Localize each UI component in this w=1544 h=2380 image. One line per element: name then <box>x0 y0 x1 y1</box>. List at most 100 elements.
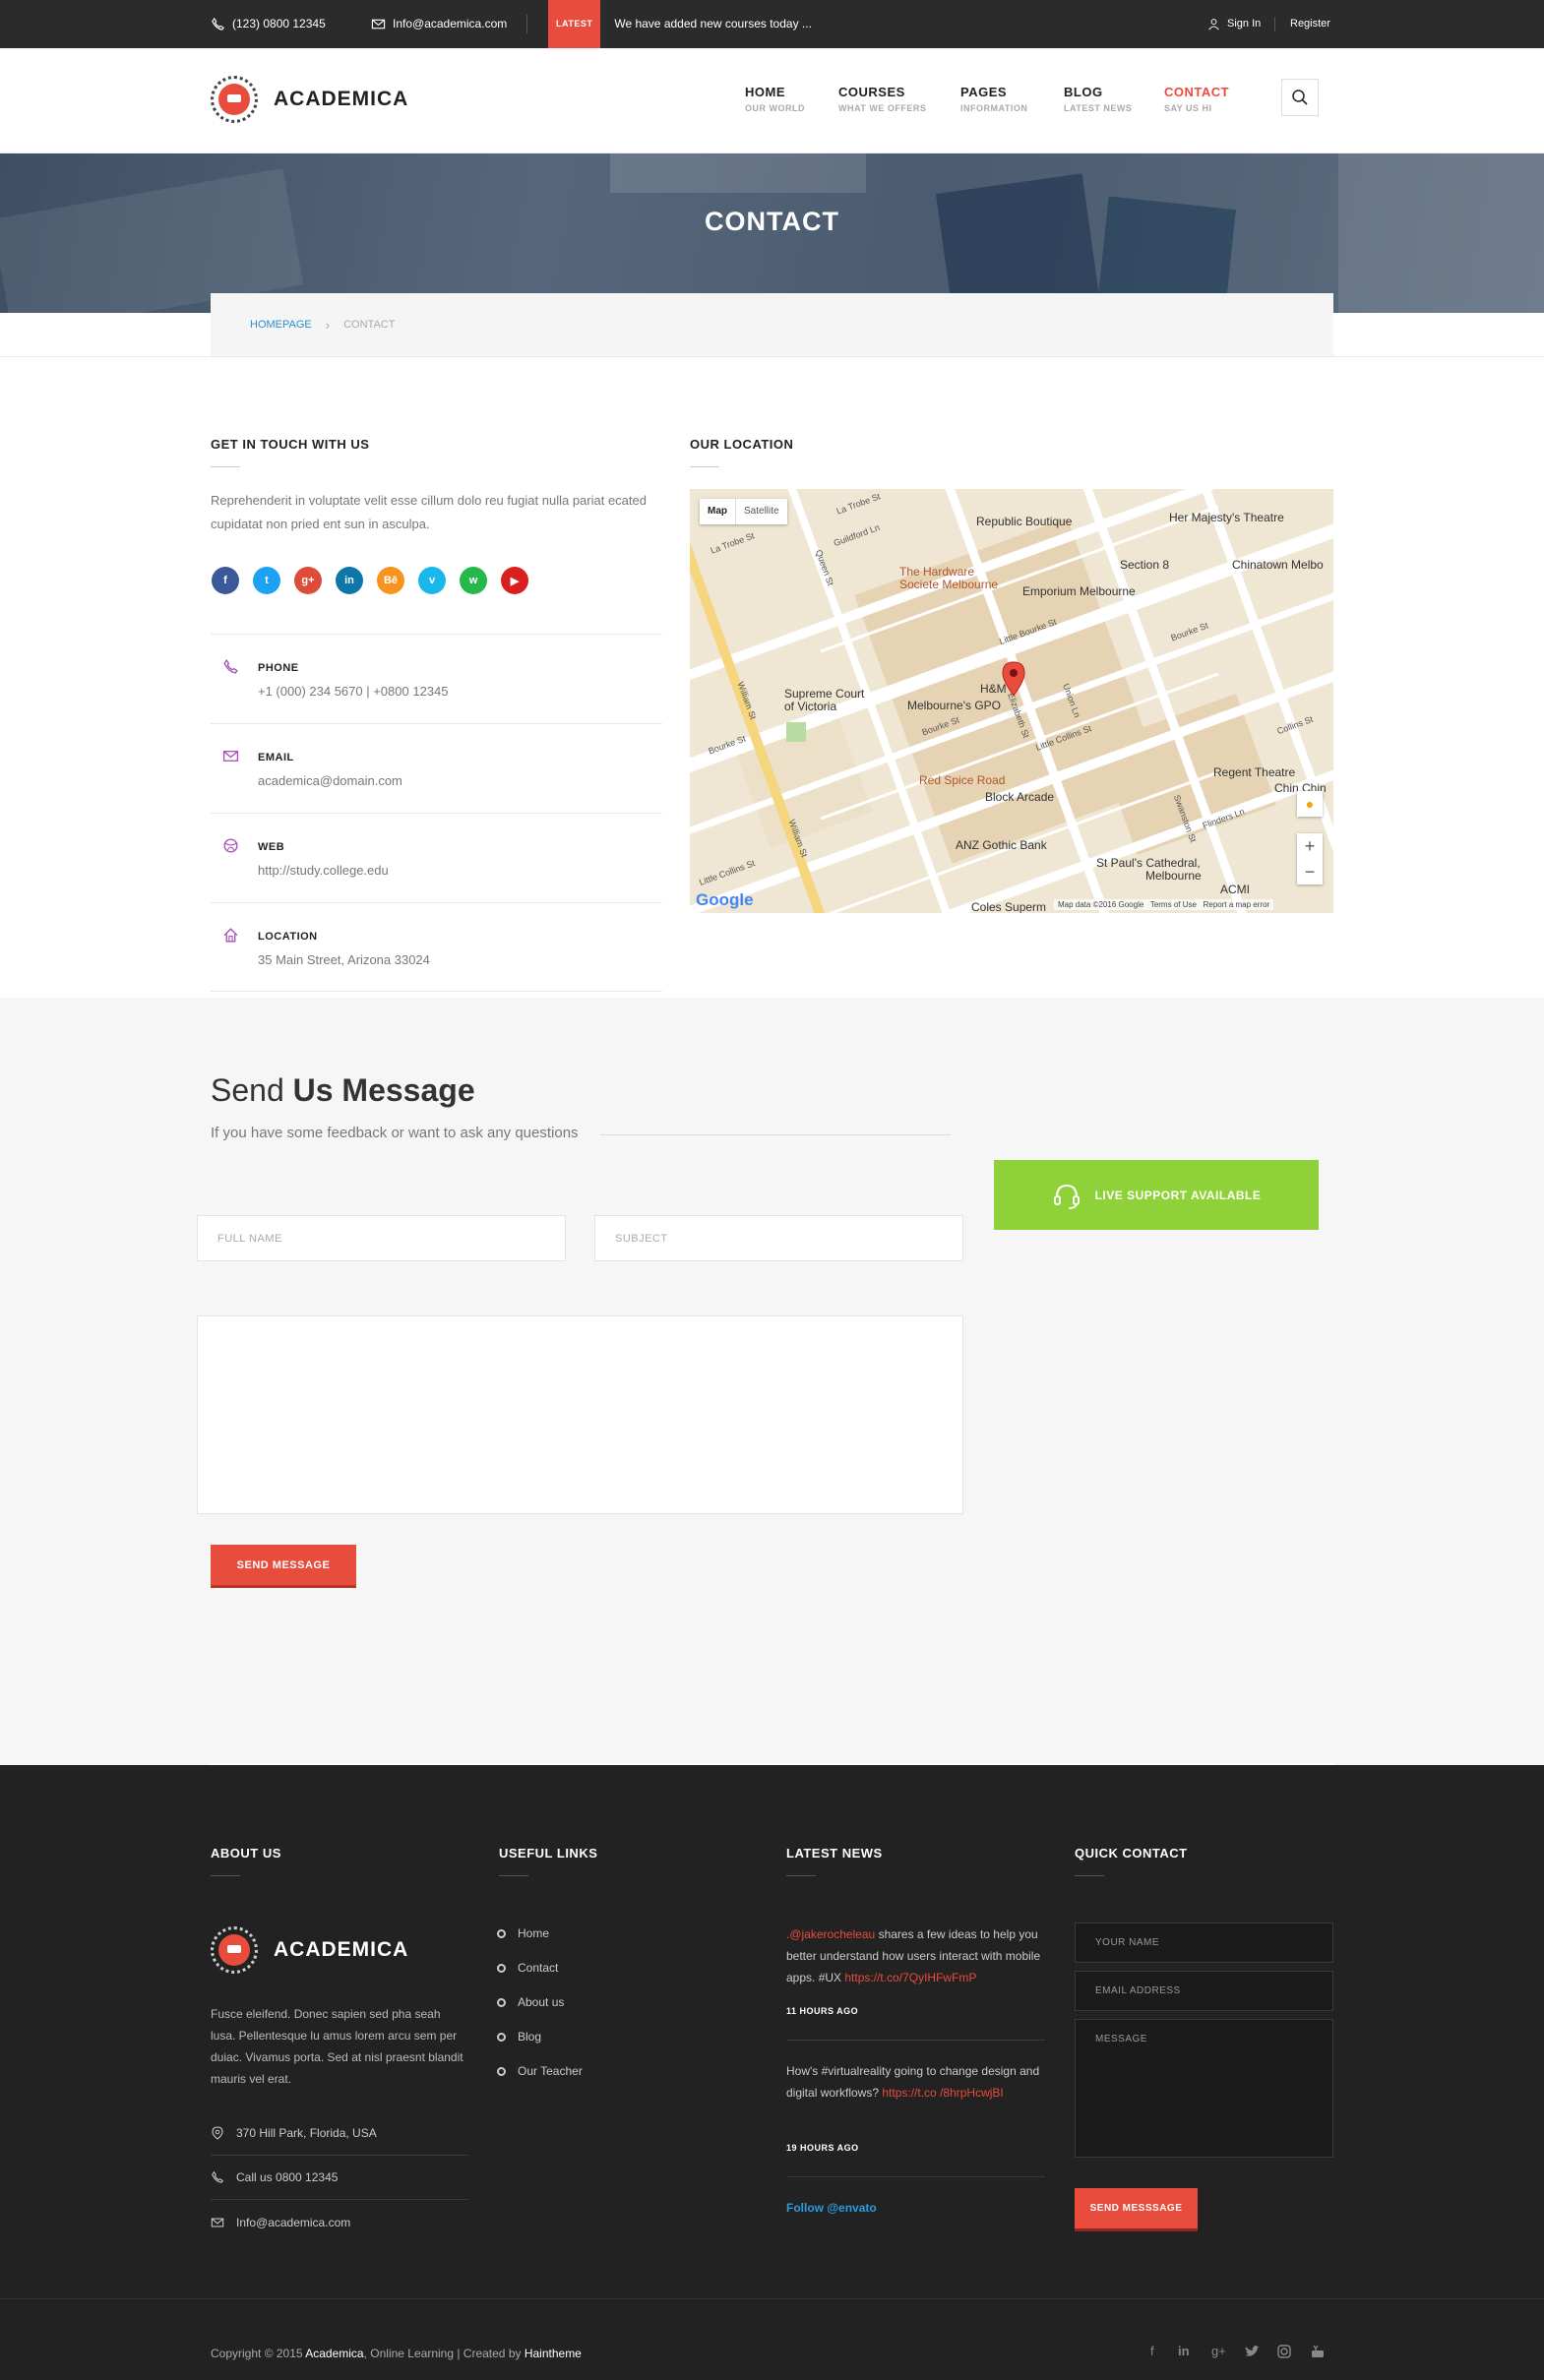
linkedin-icon[interactable]: in <box>1178 2344 1190 2358</box>
full-name-input[interactable]: FULL NAME <box>197 1215 566 1261</box>
subject-input[interactable]: SUBJECT <box>594 1215 963 1261</box>
contact-row-web: WEB http://study.college.edu <box>211 813 662 902</box>
quick-name-input[interactable]: YOUR NAME <box>1075 1922 1333 1963</box>
headset-icon <box>1053 1184 1080 1209</box>
follow-link[interactable]: Follow @envato <box>786 2201 877 2215</box>
map-pin-icon <box>212 2126 223 2140</box>
nav-label: CONTACT <box>1164 85 1230 99</box>
footer-news-title: LATEST NEWS <box>786 1846 883 1876</box>
quick-email-input[interactable]: EMAIL ADDRESS <box>1075 1971 1333 2011</box>
search-icon <box>1292 90 1308 105</box>
footer-email-text: Info@academica.com <box>236 2215 351 2229</box>
pegman-icon[interactable]: ● <box>1297 791 1323 817</box>
mail-icon <box>371 19 386 30</box>
zoom-control: + − <box>1297 833 1323 885</box>
nav-home[interactable]: HOME OUR WORLD <box>745 85 805 113</box>
footer-links-title: USEFUL LINKS <box>499 1846 598 1876</box>
vimeo-icon[interactable]: v <box>418 567 446 594</box>
contact-text: Reprehenderit in voluptate velit esse ci… <box>211 493 647 531</box>
footer-logo[interactable]: ACADEMICA <box>211 1926 408 1974</box>
map-tab-satellite[interactable]: Satellite <box>735 499 787 524</box>
register-link[interactable]: Register <box>1290 0 1330 48</box>
nav-contact[interactable]: CONTACT SAY US HI <box>1164 85 1229 113</box>
copyright-brand[interactable]: Academica <box>305 2347 363 2360</box>
google-map[interactable]: Republic Boutique Her Majesty's Theatre … <box>690 489 1333 913</box>
page-title: CONTACT <box>705 207 839 236</box>
phone-icon <box>223 658 238 674</box>
nav-sub: OUR WORLD <box>745 103 805 113</box>
footer-address: 370 Hill Park, Florida, USA <box>211 2111 468 2156</box>
zoom-out-icon[interactable]: − <box>1297 859 1323 885</box>
footer-address-text: 370 Hill Park, Florida, USA <box>236 2126 377 2140</box>
map-label: Chinatown Melbo <box>1232 558 1324 572</box>
footer-link-blog[interactable]: Blog <box>497 2030 541 2044</box>
topbar-email[interactable]: Info@academica.com <box>371 0 507 48</box>
google-plus-icon[interactable]: g+ <box>1211 2344 1226 2358</box>
youtube-icon[interactable] <box>1311 2345 1325 2358</box>
quick-send-button[interactable]: SEND MESSSAGE <box>1075 2188 1198 2231</box>
hero-decor <box>610 153 866 193</box>
facebook-icon[interactable]: f <box>212 567 239 594</box>
live-support-button[interactable]: LIVE SUPPORT AVAILABLE <box>994 1160 1319 1230</box>
divider <box>600 1134 951 1135</box>
nav-blog[interactable]: BLOG LATEST NEWS <box>1064 85 1132 113</box>
breadcrumb-home[interactable]: HOMEPAGE <box>250 319 312 331</box>
whatsapp-icon[interactable]: w <box>460 567 487 594</box>
footer-link-home[interactable]: Home <box>497 1926 549 1940</box>
news-link[interactable]: https://t.co /8hrpHcwjBI <box>882 2086 1003 2100</box>
linkedin-icon[interactable]: in <box>336 567 363 594</box>
contact-row-value[interactable]: academica@domain.com <box>258 773 402 788</box>
news-handle[interactable]: .@jakerocheleau <box>786 1927 875 1941</box>
logo-mark-icon <box>211 76 258 123</box>
contact-row-email: EMAIL academica@domain.com <box>211 723 662 813</box>
footer-link-teacher[interactable]: Our Teacher <box>497 2064 583 2078</box>
send-message-button[interactable]: SEND MESSAGE <box>211 1545 356 1588</box>
hero-decor <box>935 173 1102 313</box>
footer-link-contact[interactable]: Contact <box>497 1961 558 1975</box>
map-marker-icon[interactable] <box>1002 661 1025 697</box>
message-textarea[interactable] <box>197 1315 963 1514</box>
map-label: Regent Theatre <box>1213 765 1296 779</box>
zoom-in-icon[interactable]: + <box>1297 833 1323 859</box>
divider <box>786 2176 1045 2177</box>
nav-courses[interactable]: COURSES WHAT WE OFFERS <box>838 85 926 113</box>
map-street: La Trobe St <box>709 530 756 556</box>
map-tab-map[interactable]: Map <box>700 499 735 524</box>
map-label: Societe Melbourne <box>899 578 999 591</box>
signin-text: Sign In <box>1227 18 1262 30</box>
map-label: The Hardware <box>899 565 975 579</box>
contact-row-value: 35 Main Street, Arizona 33024 <box>258 952 430 967</box>
signin-link[interactable]: Sign In <box>1207 0 1261 48</box>
google-plus-icon[interactable]: g+ <box>294 567 322 594</box>
topbar-phone[interactable]: (123) 0800 12345 <box>211 0 326 48</box>
breadcrumb: HOMEPAGE › CONTACT <box>211 293 1333 356</box>
twitter-icon[interactable] <box>1245 2346 1260 2358</box>
map-attribution[interactable]: Map data ©2016 Google Terms of Use Repor… <box>1054 899 1274 910</box>
copyright-author[interactable]: Haintheme <box>525 2347 582 2360</box>
search-button[interactable] <box>1281 79 1319 116</box>
facebook-icon[interactable]: f <box>1150 2344 1154 2358</box>
topbar-phone-text: (123) 0800 12345 <box>232 17 326 31</box>
news-link[interactable]: https://t.co/7QyIHFwFmP <box>844 1971 976 1984</box>
twitter-icon[interactable]: t <box>253 567 280 594</box>
behance-icon[interactable]: Bē <box>377 567 404 594</box>
nav-sub: SAY US HI <box>1164 103 1212 113</box>
home-icon <box>223 928 238 943</box>
nav-pages[interactable]: PAGES INFORMATION <box>960 85 1027 113</box>
news-time: 19 HOURS AGO <box>786 2143 859 2153</box>
logo[interactable]: ACADEMICA <box>211 76 408 123</box>
latest-news-ticker[interactable]: LATEST We have added new courses today .… <box>548 0 812 51</box>
phone-icon <box>212 17 224 31</box>
footer-link-about[interactable]: About us <box>497 1995 564 2009</box>
instagram-icon[interactable] <box>1277 2345 1291 2358</box>
map-label: ANZ Gothic Bank <box>956 838 1047 852</box>
footer-email[interactable]: Info@academica.com <box>211 2200 468 2244</box>
hero-decor <box>0 167 304 313</box>
map-park <box>786 722 806 742</box>
quick-message-textarea[interactable]: MESSAGE <box>1075 2019 1333 2158</box>
news-item: .@jakerocheleau shares a few ideas to he… <box>786 1923 1047 1988</box>
contact-row-value[interactable]: http://study.college.edu <box>258 863 389 878</box>
contact-row-value: +1 (000) 234 5670 | +0800 12345 <box>258 684 449 699</box>
contact-row-label: EMAIL <box>258 752 294 763</box>
youtube-icon[interactable]: ▶ <box>501 567 528 594</box>
